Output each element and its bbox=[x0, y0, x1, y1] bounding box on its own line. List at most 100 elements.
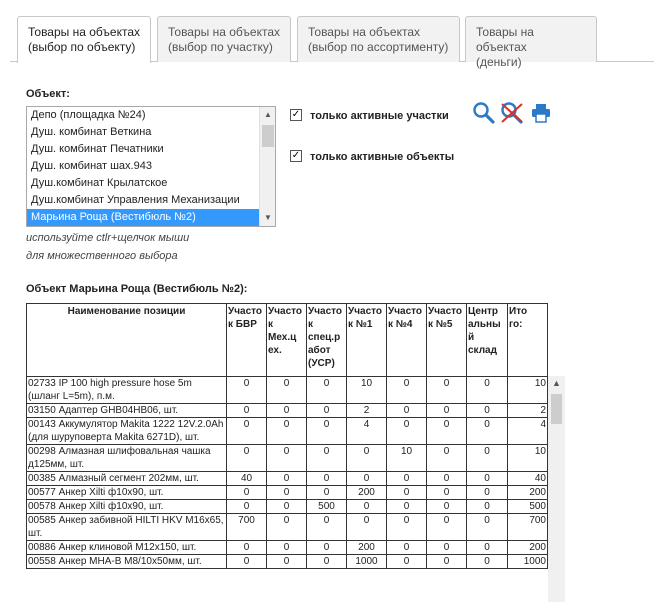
cell-quantity: 0 bbox=[226, 499, 267, 514]
cell-quantity: 0 bbox=[266, 444, 307, 472]
object-report-title: Объект Марьина Роща (Вестибюль №2): bbox=[26, 283, 248, 295]
list-item[interactable]: Душ.комбинат Крылатское bbox=[27, 175, 275, 192]
column-header-line: к БВР bbox=[228, 319, 257, 330]
active-sections-checkbox[interactable]: ✓ bbox=[290, 109, 302, 121]
tab-label-line1: Товары на объектах bbox=[476, 25, 534, 54]
search-icon[interactable] bbox=[472, 101, 496, 125]
cell-quantity: 0 bbox=[466, 513, 508, 541]
cell-quantity: 2 bbox=[346, 403, 387, 418]
object-listbox[interactable]: Депо (площадка №24) Душ. комбинат Веткин… bbox=[26, 106, 276, 227]
cell-quantity: 0 bbox=[386, 513, 427, 541]
column-header-line: склад bbox=[468, 345, 497, 356]
hint-line2: для множественного выбора bbox=[26, 250, 178, 262]
list-item[interactable]: Депо (площадка №24) bbox=[27, 107, 275, 124]
list-item[interactable]: Душ. комбинат шах.943 bbox=[27, 158, 275, 175]
cell-quantity: 0 bbox=[466, 471, 508, 486]
scroll-thumb[interactable] bbox=[262, 125, 274, 147]
cell-item-name: 00585 Анкер забивной HILTI HKV M16x65, ш… bbox=[26, 513, 227, 541]
cell-quantity: 0 bbox=[466, 417, 508, 445]
print-icon[interactable] bbox=[531, 103, 551, 123]
column-header-line: (УСР) bbox=[308, 358, 335, 369]
column-header-line: Участо bbox=[228, 306, 263, 317]
list-item-selected[interactable]: Марьина Роща (Вестибюль №2) bbox=[27, 209, 275, 226]
tab-by-object[interactable]: Товары на объектах (выбор по объекту) bbox=[17, 16, 151, 63]
cell-total: 500 bbox=[507, 499, 548, 514]
cell-quantity: 0 bbox=[306, 554, 347, 569]
table-row: 00886 Анкер клиновой М12х150, шт. 0 0 0 200 0… bbox=[26, 540, 548, 555]
cell-quantity: 0 bbox=[266, 376, 307, 404]
cell-quantity: 0 bbox=[266, 499, 307, 514]
column-header-line: й bbox=[468, 332, 475, 343]
cell-quantity: 0 bbox=[306, 485, 347, 500]
cell-quantity: 0 bbox=[426, 444, 467, 472]
cell-total: 2 bbox=[507, 403, 548, 418]
column-header-line: к bbox=[268, 319, 274, 330]
list-item[interactable]: Душ. комбинат Веткина bbox=[27, 124, 275, 141]
cell-quantity: 0 bbox=[426, 540, 467, 555]
cell-quantity: 0 bbox=[306, 403, 347, 418]
cell-quantity: 0 bbox=[346, 444, 387, 472]
cell-total: 10 bbox=[507, 376, 548, 404]
column-header-line: Участо bbox=[308, 306, 343, 317]
cell-quantity: 10 bbox=[346, 376, 387, 404]
cell-item-name: 00558 Анкер MHA-B M8/10x50мм, шт. bbox=[26, 554, 227, 569]
cell-quantity: 0 bbox=[466, 554, 508, 569]
clear-search-icon[interactable] bbox=[499, 101, 525, 125]
column-header-line: абот bbox=[308, 345, 331, 356]
list-item[interactable]: Душ.комбинат Управления Механизации bbox=[27, 192, 275, 209]
column-header: Участо к №1 bbox=[346, 303, 387, 377]
cell-quantity: 0 bbox=[466, 444, 508, 472]
table-scrollbar[interactable]: ▲ bbox=[548, 376, 565, 602]
cell-total: 10 bbox=[507, 444, 548, 472]
cell-quantity: 0 bbox=[266, 485, 307, 500]
cell-quantity: 0 bbox=[306, 376, 347, 404]
listbox-scrollbar[interactable]: ▲ ▼ bbox=[259, 107, 275, 226]
table-row: 00298 Алмазная шлифовальная чашка д125мм… bbox=[26, 444, 548, 472]
cell-quantity: 0 bbox=[426, 417, 467, 445]
cell-quantity: 500 bbox=[306, 499, 347, 514]
cell-item-name: 02733 IP 100 high pressure hose 5m (шлан… bbox=[26, 376, 227, 404]
column-header-line: к №4 bbox=[388, 319, 413, 330]
scroll-thumb[interactable] bbox=[551, 394, 562, 424]
hint-line1: используйте ctlr+щелчок мыши bbox=[26, 232, 190, 244]
tab-by-assortment[interactable]: Товары на объектах (выбор по ассортимент… bbox=[297, 16, 460, 62]
column-header-line: спец.р bbox=[308, 332, 341, 343]
tab-money[interactable]: Товары на объектах (деньги) bbox=[465, 16, 597, 69]
cell-quantity: 0 bbox=[306, 513, 347, 541]
scroll-up-icon[interactable]: ▲ bbox=[260, 107, 275, 123]
cell-total: 4 bbox=[507, 417, 548, 445]
cell-item-name: 00577 Анкер Xilti ф10х90, шт. bbox=[26, 485, 227, 500]
tab-label-line2: (деньги) bbox=[476, 55, 522, 69]
column-header-line: Участо bbox=[388, 306, 423, 317]
cell-quantity: 0 bbox=[266, 471, 307, 486]
cell-quantity: 0 bbox=[386, 403, 427, 418]
table-row: 00578 Анкер Xilti ф10х90, шт. 0 0 500 0 0 0 0 50… bbox=[26, 499, 548, 514]
column-header-line: к bbox=[308, 319, 314, 330]
table-row: 00558 Анкер MHA-B M8/10x50мм, шт. 0 0 0 1000… bbox=[26, 554, 548, 569]
cell-total: 200 bbox=[507, 540, 548, 555]
cell-quantity: 0 bbox=[426, 499, 467, 514]
cell-quantity: 0 bbox=[386, 485, 427, 500]
column-header-line: Участо bbox=[268, 306, 303, 317]
table-row: 00585 Анкер забивной HILTI HKV M16x65, ш… bbox=[26, 513, 548, 541]
cell-item-name: 00886 Анкер клиновой М12х150, шт. bbox=[26, 540, 227, 555]
scroll-up-icon[interactable]: ▲ bbox=[548, 378, 565, 388]
scroll-down-icon[interactable]: ▼ bbox=[260, 210, 275, 226]
cell-quantity: 0 bbox=[386, 376, 427, 404]
column-header: Участо к №4 bbox=[386, 303, 427, 377]
active-objects-checkbox[interactable]: ✓ bbox=[290, 150, 302, 162]
column-header: Центр альны й склад bbox=[466, 303, 508, 377]
tab-label-line1: Товары на объектах bbox=[28, 25, 140, 39]
list-item[interactable]: Душ. комбинат Печатники bbox=[27, 141, 275, 158]
cell-quantity: 0 bbox=[266, 417, 307, 445]
cell-quantity: 0 bbox=[386, 554, 427, 569]
cell-quantity: 0 bbox=[346, 513, 387, 541]
tab-label-line2: (выбор по участку) bbox=[168, 40, 273, 54]
report-table-viewport[interactable]: 02733 IP 100 high pressure hose 5m (шлан… bbox=[26, 376, 566, 602]
column-header: Ито го: bbox=[507, 303, 548, 377]
cell-item-name: 03150 Адаптер GHB04HB06, шт. bbox=[26, 403, 227, 418]
table-row: 00577 Анкер Xilti ф10х90, шт. 0 0 0 200 0 0 0 20… bbox=[26, 485, 548, 500]
table-row: 02733 IP 100 high pressure hose 5m (шлан… bbox=[26, 376, 548, 404]
cell-quantity: 0 bbox=[306, 471, 347, 486]
tab-by-section[interactable]: Товары на объектах (выбор по участку) bbox=[157, 16, 291, 62]
